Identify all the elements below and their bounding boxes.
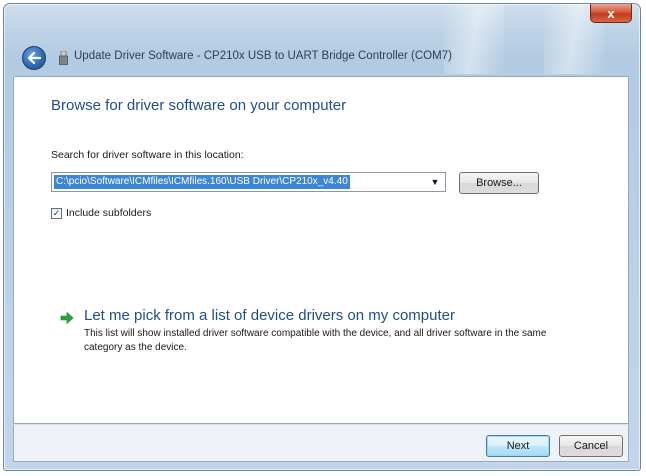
- driver-path-combobox[interactable]: C:\pcio\Software\ICMfiles\ICMfiles.160\U…: [51, 172, 446, 192]
- wizard-content: Browse for driver software on your compu…: [13, 76, 629, 424]
- next-button[interactable]: Next: [486, 435, 550, 457]
- chevron-down-icon[interactable]: ▼: [425, 173, 445, 191]
- close-icon: x: [607, 5, 615, 21]
- window-title: Update Driver Software - CP210x USB to U…: [74, 50, 452, 62]
- page-heading: Browse for driver software on your compu…: [51, 97, 347, 114]
- pick-from-list-option[interactable]: Let me pick from a list of device driver…: [60, 307, 554, 355]
- green-arrow-icon: [60, 311, 74, 325]
- wizard-footer: Next Cancel: [13, 424, 629, 462]
- back-button[interactable]: [22, 46, 46, 70]
- update-driver-window: x Update Driver Software - CP210x USB to…: [3, 3, 641, 471]
- include-subfolders-label[interactable]: Include subfolders: [66, 207, 151, 219]
- pick-from-list-description: This list will show installed driver sof…: [84, 328, 547, 353]
- include-subfolders-row[interactable]: ✓ Include subfolders: [51, 205, 151, 221]
- browse-button[interactable]: Browse...: [459, 172, 539, 194]
- close-button[interactable]: x: [590, 4, 632, 23]
- driver-path-value[interactable]: C:\pcio\Software\ICMfiles\ICMfiles.160\U…: [54, 175, 350, 189]
- glass-reflection: [444, 4, 504, 74]
- search-location-label: Search for driver software in this locat…: [51, 149, 244, 161]
- pick-from-list-link[interactable]: Let me pick from a list of device driver…: [84, 307, 554, 324]
- include-subfolders-checkbox[interactable]: ✓: [51, 207, 62, 219]
- back-arrow-icon: [27, 52, 41, 64]
- cancel-button[interactable]: Cancel: [559, 435, 623, 457]
- usb-device-icon: [59, 51, 68, 65]
